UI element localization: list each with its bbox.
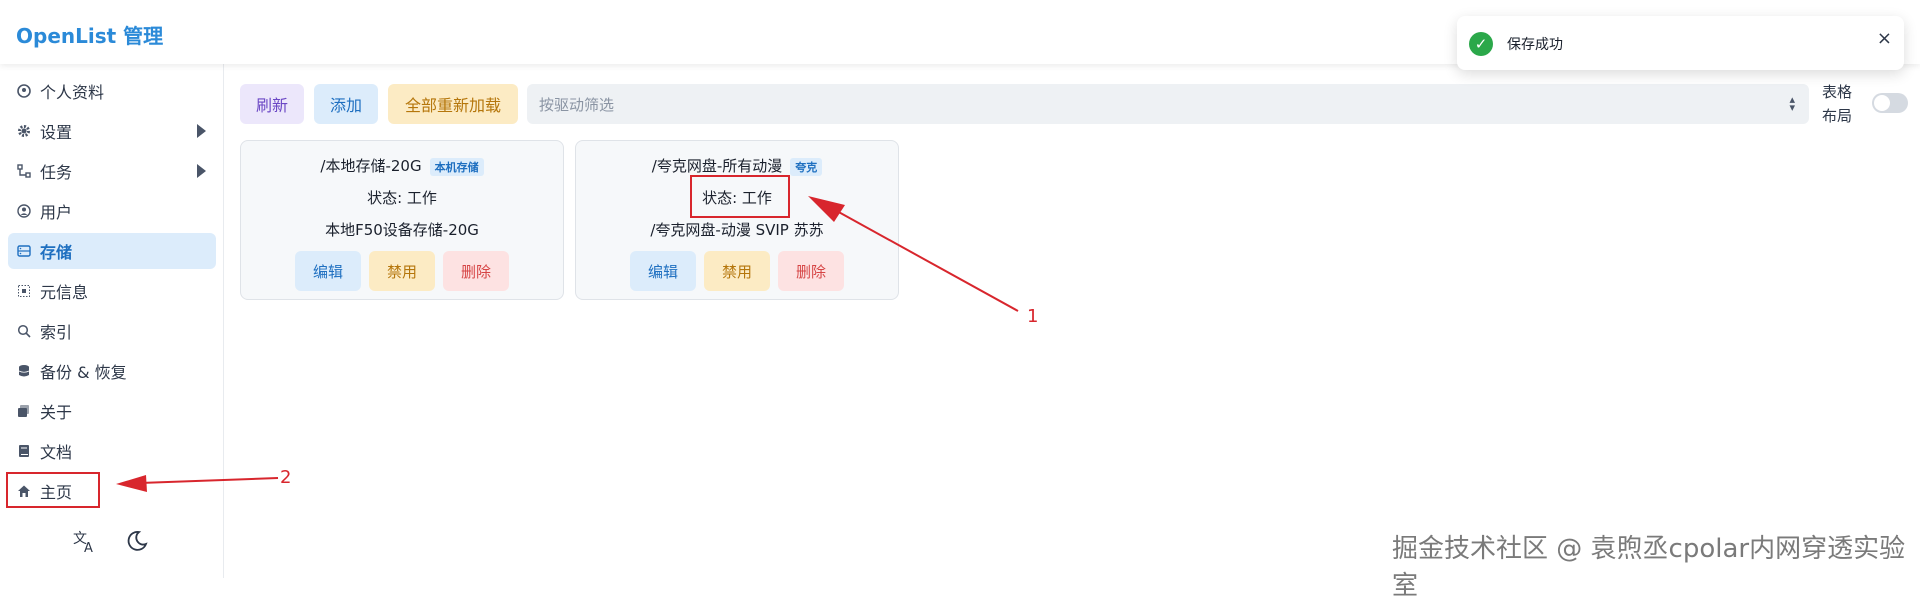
- storage-path[interactable]: /本地存储-20G: [320, 157, 421, 175]
- sidebar-item-label: 存储: [40, 239, 72, 263]
- storage-remark: 本地F50设备存储-20G: [241, 219, 563, 240]
- sidebar-item-label: 任务: [40, 159, 72, 183]
- card-title: /夸克网盘-所有动漫夸克: [576, 155, 898, 176]
- sidebar-item-index[interactable]: 索引: [8, 313, 216, 349]
- sidebar-item-profile[interactable]: 个人资料: [8, 73, 216, 109]
- success-toast: ✓ 保存成功 ×: [1457, 16, 1904, 70]
- annotation-number-1: 1: [1027, 306, 1038, 327]
- sidebar-item-backup[interactable]: 备份 & 恢复: [8, 353, 216, 389]
- storage-remark: /夸克网盘-动漫 SVIP 苏苏: [576, 219, 898, 240]
- disable-button[interactable]: 禁用: [369, 251, 435, 291]
- refresh-button[interactable]: 刷新: [240, 84, 304, 124]
- sidebar-item-about[interactable]: 关于: [8, 393, 216, 429]
- sidebar-item-users[interactable]: 用户: [8, 193, 216, 229]
- sidebar-footer: 文A: [70, 526, 152, 556]
- about-icon: [16, 403, 32, 419]
- storage-status: 状态: 工作: [241, 187, 563, 208]
- app-title[interactable]: OpenList 管理: [16, 20, 163, 49]
- edit-button[interactable]: 编辑: [630, 251, 696, 291]
- main-content: 刷新 添加 全部重新加载 按驱动筛选 ▴▾ 表格布局 /本地存储-20G 本机存储…: [224, 64, 1920, 578]
- table-layout-label: 表格布局: [1822, 80, 1862, 128]
- database-icon: [16, 363, 32, 379]
- search-icon: [16, 323, 32, 339]
- toast-message: 保存成功: [1507, 34, 1563, 54]
- sidebar-item-settings[interactable]: 设置: [8, 113, 216, 149]
- sidebar-item-label: 用户: [40, 199, 72, 223]
- driver-tag: 本机存储: [430, 158, 484, 176]
- driver-filter-select[interactable]: 按驱动筛选 ▴▾: [527, 84, 1809, 124]
- chevron-right-icon[interactable]: [197, 164, 206, 178]
- sidebar-item-storage[interactable]: 存储: [8, 233, 216, 269]
- disable-button[interactable]: 禁用: [704, 251, 770, 291]
- moon-icon[interactable]: [122, 526, 152, 556]
- check-circle-icon: ✓: [1469, 32, 1493, 56]
- table-layout-toggle[interactable]: [1872, 93, 1908, 113]
- sidebar-item-label: 备份 & 恢复: [40, 359, 127, 383]
- meta-icon: [16, 283, 32, 299]
- annotation-box-home: [6, 472, 100, 508]
- delete-button[interactable]: 删除: [778, 251, 844, 291]
- select-caret-icon: ▴▾: [1789, 96, 1795, 112]
- sidebar-item-tasks[interactable]: 任务: [8, 153, 216, 189]
- profile-icon: [16, 83, 32, 99]
- driver-tag: 夸克: [790, 158, 822, 176]
- close-icon[interactable]: ×: [1877, 28, 1892, 49]
- storage-icon: [16, 243, 32, 259]
- annotation-number-2: 2: [280, 467, 291, 488]
- filter-placeholder: 按驱动筛选: [539, 94, 614, 115]
- reload-all-button[interactable]: 全部重新加载: [388, 84, 518, 124]
- storage-card: /夸克网盘-所有动漫夸克 状态: 工作 /夸克网盘-动漫 SVIP 苏苏 编辑 …: [575, 140, 899, 300]
- gear-icon: [16, 123, 32, 139]
- storage-card: /本地存储-20G 本机存储 状态: 工作 本地F50设备存储-20G 编辑 禁用…: [240, 140, 564, 300]
- sidebar-item-label: 关于: [40, 399, 72, 423]
- delete-button[interactable]: 删除: [443, 251, 509, 291]
- translate-icon[interactable]: 文A: [70, 526, 100, 556]
- edit-button[interactable]: 编辑: [295, 251, 361, 291]
- sidebar-item-label: 文档: [40, 439, 72, 463]
- card-actions: 编辑 禁用 删除: [241, 251, 563, 291]
- sidebar-item-label: 索引: [40, 319, 72, 343]
- card-actions: 编辑 禁用 删除: [576, 251, 898, 291]
- tasks-icon: [16, 163, 32, 179]
- annotation-box-status: [690, 175, 790, 218]
- sidebar-item-label: 设置: [40, 119, 72, 143]
- sidebar-item-label: 元信息: [40, 279, 88, 303]
- sidebar-item-meta[interactable]: 元信息: [8, 273, 216, 309]
- card-title: /本地存储-20G 本机存储: [241, 155, 563, 176]
- add-button[interactable]: 添加: [314, 84, 378, 124]
- storage-path[interactable]: /夸克网盘-所有动漫: [652, 157, 782, 175]
- watermark: 掘金技术社区 @ 袁煦丞cpolar内网穿透实验室: [1392, 528, 1920, 602]
- user-icon: [16, 203, 32, 219]
- chevron-right-icon[interactable]: [197, 124, 206, 138]
- svg-text:A: A: [84, 541, 93, 554]
- sidebar-item-label: 个人资料: [40, 79, 104, 103]
- book-icon: [16, 443, 32, 459]
- sidebar-item-docs[interactable]: 文档: [8, 433, 216, 469]
